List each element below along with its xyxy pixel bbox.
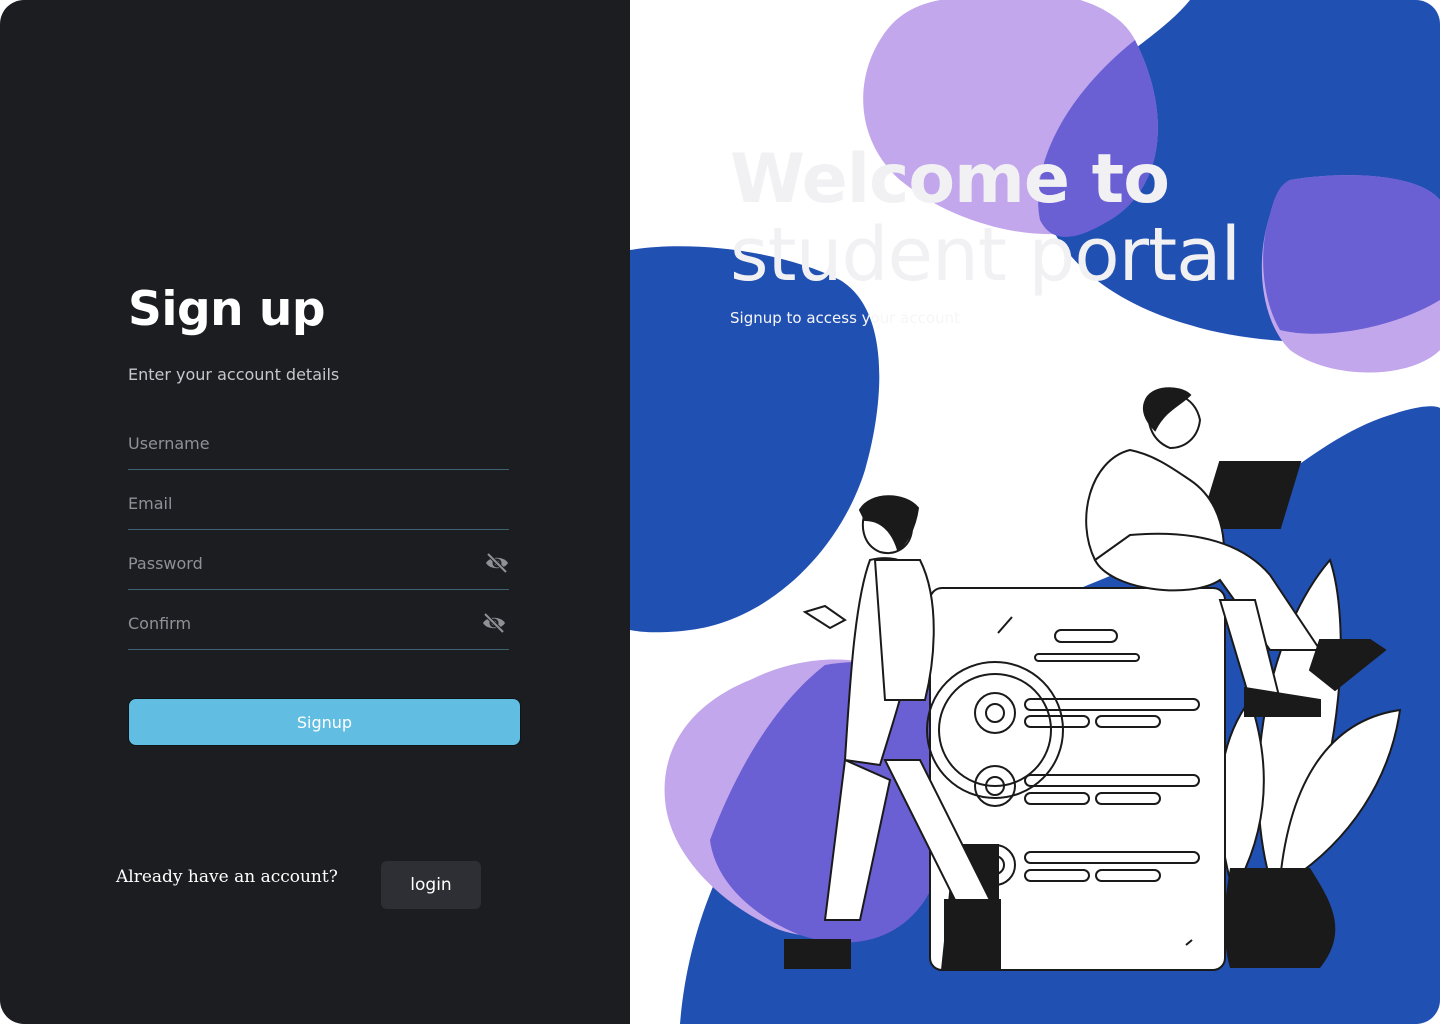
- username-placeholder: Username: [128, 434, 210, 453]
- eye-slash-icon[interactable]: [481, 610, 507, 636]
- overlap-right: [1263, 175, 1440, 334]
- email-field[interactable]: Email: [128, 486, 509, 530]
- signup-panel: Sign up Enter your account details Usern…: [0, 0, 630, 1024]
- hero-title-line1: Welcome to: [730, 140, 1170, 219]
- page-subtitle: Enter your account details: [128, 365, 340, 384]
- username-field[interactable]: Username: [128, 426, 509, 470]
- password-placeholder: Password: [128, 554, 203, 573]
- password-field[interactable]: Password: [128, 546, 509, 590]
- login-button[interactable]: login: [381, 861, 481, 909]
- signup-button[interactable]: Signup: [128, 698, 521, 746]
- blue-blob-left: [630, 246, 880, 633]
- page-title: Sign up: [128, 282, 326, 337]
- login-prompt: Already have an account?: [116, 867, 338, 887]
- email-placeholder: Email: [128, 494, 173, 513]
- signup-page: Sign up Enter your account details Usern…: [0, 0, 1440, 1024]
- hero-panel: Welcome to student portal Signup to acce…: [630, 0, 1440, 1024]
- eye-slash-icon[interactable]: [484, 550, 510, 576]
- hero-title-line2: student portal: [730, 212, 1241, 298]
- confirm-placeholder: Confirm: [128, 614, 192, 633]
- confirm-password-field[interactable]: Confirm: [128, 606, 509, 650]
- plant-pot: [1224, 868, 1336, 968]
- hero-subtitle: Signup to access your account: [730, 309, 960, 327]
